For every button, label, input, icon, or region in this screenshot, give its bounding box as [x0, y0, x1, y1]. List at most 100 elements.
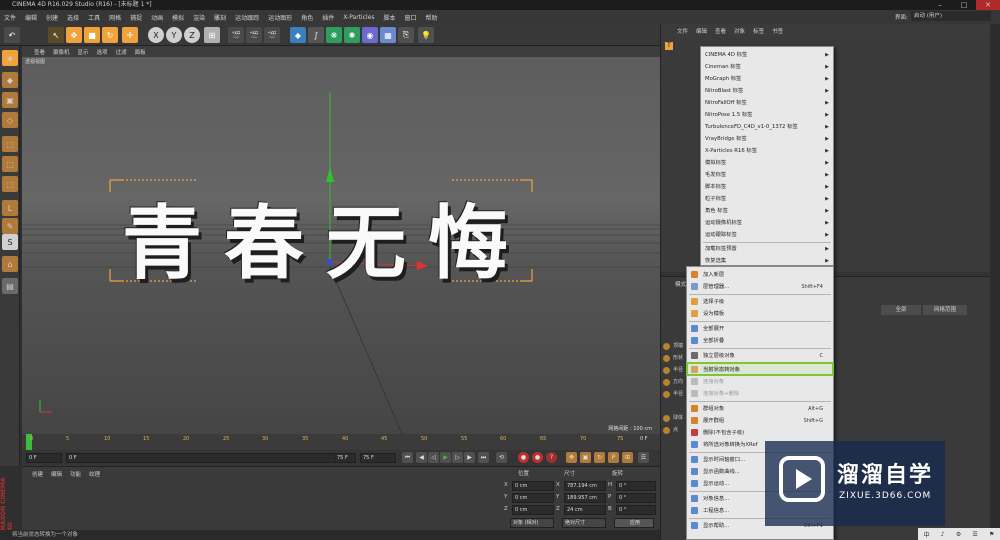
y-axis-icon[interactable]: Y: [166, 27, 182, 43]
perspective-viewport[interactable]: 透视视图 青春无悔 网格间距 : 100 cm: [22, 57, 660, 434]
menu-item-nitrofalloff-tags[interactable]: NitroFallOff 标签 ▶: [701, 97, 833, 109]
menu-item[interactable]: 运动跟踪: [235, 13, 259, 22]
menu-item[interactable]: 插件: [322, 13, 334, 22]
text-object-icon[interactable]: T: [665, 42, 673, 50]
subdivision-icon[interactable]: ❋: [326, 27, 342, 43]
cloner-icon[interactable]: ✺: [344, 27, 360, 43]
menu-item-group-objects[interactable]: 群组对象 Alt+G: [687, 403, 833, 415]
menu-item-expand-all[interactable]: 全部展开: [687, 323, 833, 335]
viewport-menu-item[interactable]: 选项: [97, 48, 108, 56]
x-axis-icon[interactable]: X: [148, 27, 164, 43]
menu-icon[interactable]: ☰: [972, 531, 977, 538]
sound-icon[interactable]: ♪: [941, 531, 945, 538]
menu-item[interactable]: 脚本: [384, 13, 396, 22]
close-button[interactable]: ✕: [976, 0, 1000, 10]
rot-p-field[interactable]: 0 °: [616, 493, 656, 503]
size-y-field[interactable]: 189.957 cm: [564, 493, 606, 503]
material-menu-item[interactable]: 编辑: [51, 470, 62, 478]
om-menu-item[interactable]: 查看: [715, 27, 726, 35]
om-menu-item[interactable]: 对象: [734, 27, 745, 35]
menu-item[interactable]: 窗口: [405, 13, 417, 22]
move-icon[interactable]: ✥: [66, 27, 82, 43]
menu-item-vraybridge-tags[interactable]: VrayBridge 标签 ▶: [701, 133, 833, 145]
layout-select[interactable]: 启动 (用户): [911, 11, 991, 21]
select-icon[interactable]: ↖: [48, 27, 64, 43]
loop-icon[interactable]: ⟲: [496, 452, 507, 463]
viewport-menu-item[interactable]: 查看: [34, 48, 45, 56]
goto-end-icon[interactable]: ⏭: [478, 452, 489, 463]
scale-icon[interactable]: ■: [84, 27, 100, 43]
rot-b-field[interactable]: 0 °: [616, 505, 656, 515]
settings-icon[interactable]: ⚙: [956, 531, 961, 538]
pen-icon[interactable]: ∫: [308, 27, 324, 43]
coordinate-system-icon[interactable]: ⊞: [204, 27, 220, 43]
menu-item-nitroblast-tags[interactable]: NitroBlast 标签 ▶: [701, 85, 833, 97]
menu-item[interactable]: 雕刻: [214, 13, 226, 22]
snap-icon[interactable]: S: [2, 234, 18, 250]
menu-item-add-layer[interactable]: 加入新层: [687, 269, 833, 281]
apply-button[interactable]: 应用: [614, 518, 654, 528]
pos-x-field[interactable]: 0 cm: [512, 481, 554, 491]
edges-mode-icon[interactable]: ⬚: [2, 156, 18, 172]
prev-key-icon[interactable]: ◀: [416, 452, 427, 463]
menu-item-layer-manager[interactable]: 层管理器... Shift+F4: [687, 281, 833, 293]
deformer-icon[interactable]: ◉: [362, 27, 378, 43]
material-menu-item[interactable]: 创建: [32, 470, 43, 478]
key-position-icon[interactable]: ✥: [566, 452, 577, 463]
render-view-icon[interactable]: 🎬: [228, 27, 244, 43]
menu-item[interactable]: 编辑: [25, 13, 37, 22]
menu-item-mograph-tags[interactable]: MoGraph 标签 ▶: [701, 73, 833, 85]
menu-item-particle-tags[interactable]: 粒子标签 ▶: [701, 193, 833, 205]
menu-item-delete-without-children[interactable]: 删除(不包含子级): [687, 427, 833, 439]
menu-item-script-tags[interactable]: 脚本标签 ▶: [701, 181, 833, 193]
points-mode-icon[interactable]: ⬚: [2, 136, 18, 152]
end-frame-field[interactable]: 75 F: [334, 453, 356, 463]
coord-mode-select[interactable]: 对象 (相对): [510, 518, 554, 528]
play-icon[interactable]: ▶: [440, 452, 451, 463]
menu-item[interactable]: 动画: [151, 13, 163, 22]
menu-item-cinema4d-tags[interactable]: CINEMA 4D 标签 ▶: [701, 49, 833, 61]
polygons-mode-icon[interactable]: ⬚: [2, 176, 18, 192]
workplane-icon[interactable]: ◇: [2, 112, 18, 128]
cube-icon[interactable]: ◆: [290, 27, 306, 43]
menu-item-hair-tags[interactable]: 毛发标签 ▶: [701, 169, 833, 181]
flag-icon[interactable]: ⚑: [989, 531, 994, 538]
key-pla-icon[interactable]: ⊞: [622, 452, 633, 463]
menu-item-simulation-tags[interactable]: 模拟标签 ▶: [701, 157, 833, 169]
next-key-icon[interactable]: ▶: [464, 452, 475, 463]
render-picture-icon[interactable]: 🎬: [246, 27, 262, 43]
menu-item-connect-objects[interactable]: 连接对象: [687, 376, 833, 388]
timeline-menu-icon[interactable]: ☰: [638, 452, 649, 463]
current-frame-field[interactable]: 0 F: [66, 453, 356, 463]
timeline-ruler[interactable]: 0 5 10 15 20 25 30 35 40 45 50 55 60 65 …: [22, 434, 660, 450]
viewport-menu-item[interactable]: 显示: [78, 48, 89, 56]
menu-item-motiontracking-tags[interactable]: 运动跟踪标签 ▶: [701, 229, 833, 241]
menu-item[interactable]: 角色: [301, 13, 313, 22]
menu-item-nitropose-tags[interactable]: NitroPose 1.5 标签 ▶: [701, 109, 833, 121]
viewport-menu-item[interactable]: 摄像机: [53, 48, 70, 56]
material-menu-item[interactable]: 功能: [70, 470, 81, 478]
key-rotation-icon[interactable]: ↻: [594, 452, 605, 463]
camera-icon[interactable]: ⎘: [398, 27, 414, 43]
magnet-icon[interactable]: ⌂: [2, 256, 18, 272]
z-axis-icon[interactable]: Z: [184, 27, 200, 43]
om-menu-item[interactable]: 标签: [753, 27, 764, 35]
texture-mode-icon[interactable]: ▣: [2, 92, 18, 108]
goto-start-icon[interactable]: ⏮: [402, 452, 413, 463]
pos-y-field[interactable]: 0 cm: [512, 493, 554, 503]
render-settings-icon[interactable]: 🎬: [264, 27, 280, 43]
menu-item-load-tag-preset[interactable]: 加载标签预置 ▶: [701, 243, 833, 255]
menu-item[interactable]: 网格: [109, 13, 121, 22]
menu-item[interactable]: 文件: [4, 13, 16, 22]
attr-tab-all[interactable]: 全部: [881, 305, 921, 315]
menu-item[interactable]: 帮助: [426, 13, 438, 22]
menu-item-character-tags[interactable]: 角色 标签 ▶: [701, 205, 833, 217]
size-mode-select[interactable]: 绝对尺寸: [562, 518, 606, 528]
axis-icon[interactable]: ✛: [122, 27, 138, 43]
menu-item[interactable]: 运动图形: [268, 13, 292, 22]
viewport-menu-item[interactable]: 面板: [135, 48, 146, 56]
viewport-menu-item[interactable]: 过滤: [116, 48, 127, 56]
menu-item[interactable]: 模拟: [172, 13, 184, 22]
om-menu-item[interactable]: 书签: [772, 27, 783, 35]
make-editable-icon[interactable]: ◈: [2, 50, 18, 66]
